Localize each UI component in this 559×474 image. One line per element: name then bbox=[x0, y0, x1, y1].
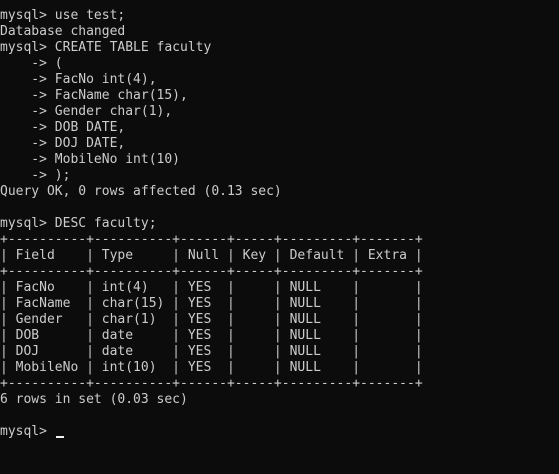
cursor bbox=[55, 436, 64, 438]
table-row-line: | DOJ | date | YES | | NULL | | bbox=[0, 344, 423, 359]
table-border-line: +----------+----------+------+-----+----… bbox=[0, 232, 423, 247]
table-row-line: | DOB | date | YES | | NULL | | bbox=[0, 328, 423, 343]
continuation-line: -> Gender char(1), bbox=[0, 104, 173, 119]
continuation-line: -> FacNo int(4), bbox=[0, 72, 157, 87]
command-line: mysql> CREATE TABLE faculty bbox=[0, 40, 212, 55]
prompt-text: mysql> bbox=[0, 424, 55, 439]
table-row-line: | Gender | char(1) | YES | | NULL | | bbox=[0, 312, 423, 327]
command-line: mysql> use test; bbox=[0, 8, 126, 23]
continuation-line: -> ( bbox=[0, 56, 63, 71]
continuation-line: -> DOB DATE, bbox=[0, 120, 126, 135]
output-line: Database changed bbox=[0, 24, 126, 39]
output-line: 6 rows in set (0.03 sec) bbox=[0, 392, 188, 407]
table-row-line: | FacName | char(15) | YES | | NULL | | bbox=[0, 296, 423, 311]
terminal-window[interactable]: mysql> use test; Database changed mysql>… bbox=[0, 8, 559, 474]
continuation-line: -> DOJ DATE, bbox=[0, 136, 126, 151]
continuation-line: -> FacName char(15), bbox=[0, 88, 188, 103]
command-line: mysql> DESC faculty; bbox=[0, 216, 157, 231]
output-line: Query OK, 0 rows affected (0.13 sec) bbox=[0, 184, 282, 199]
table-header-line: | Field | Type | Null | Key | Default | … bbox=[0, 248, 423, 263]
table-row-line: | FacNo | int(4) | YES | | NULL | | bbox=[0, 280, 423, 295]
table-border-line: +----------+----------+------+-----+----… bbox=[0, 376, 423, 391]
table-row-line: | MobileNo | int(10) | YES | | NULL | | bbox=[0, 360, 423, 375]
table-border-line: +----------+----------+------+-----+----… bbox=[0, 264, 423, 279]
continuation-line: -> MobileNo int(10) bbox=[0, 152, 181, 167]
continuation-line: -> ); bbox=[0, 168, 71, 183]
prompt-line[interactable]: mysql> bbox=[0, 424, 559, 440]
